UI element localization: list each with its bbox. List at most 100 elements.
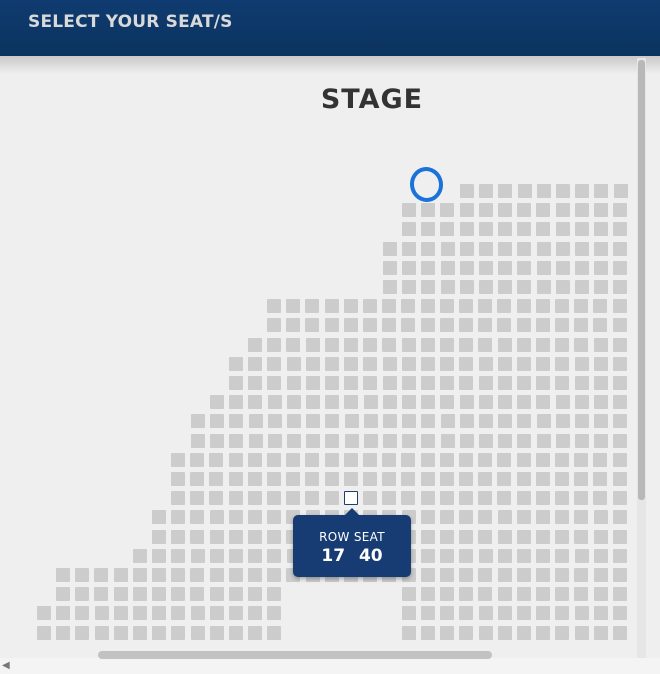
seat[interactable] (421, 587, 435, 601)
seat[interactable] (440, 568, 454, 582)
seat[interactable] (517, 510, 531, 524)
seat[interactable] (402, 242, 416, 256)
seat[interactable] (344, 376, 358, 390)
seat[interactable] (421, 299, 435, 313)
seat[interactable] (249, 434, 263, 448)
seat[interactable] (229, 491, 243, 505)
seat[interactable] (440, 606, 454, 620)
seat[interactable] (498, 203, 512, 217)
seat[interactable] (363, 472, 377, 486)
seat[interactable] (556, 395, 570, 409)
seat[interactable] (517, 242, 531, 256)
seat[interactable] (575, 261, 589, 275)
seat[interactable] (574, 530, 588, 544)
seat[interactable] (479, 242, 493, 256)
seat[interactable] (286, 299, 300, 313)
seat[interactable] (479, 203, 493, 217)
seat[interactable] (478, 318, 492, 332)
seat[interactable] (498, 549, 512, 563)
seat[interactable] (152, 530, 166, 544)
triangle-left-icon[interactable]: ◀ (2, 660, 10, 671)
seat[interactable] (363, 357, 377, 371)
seat[interactable] (459, 549, 473, 563)
seat[interactable] (460, 184, 474, 198)
seat[interactable] (498, 626, 512, 640)
seat[interactable] (267, 318, 281, 332)
seat[interactable] (190, 510, 204, 524)
seat[interactable] (306, 434, 320, 448)
seat[interactable] (267, 568, 281, 582)
seat[interactable] (555, 357, 569, 371)
seat[interactable] (460, 280, 474, 294)
seat[interactable] (286, 472, 300, 486)
seat[interactable] (498, 222, 512, 236)
seat[interactable] (536, 472, 550, 486)
seat[interactable] (345, 434, 359, 448)
seat[interactable] (191, 434, 205, 448)
seat[interactable] (555, 472, 569, 486)
seat[interactable] (575, 357, 589, 371)
seat[interactable] (152, 626, 166, 640)
seat[interactable] (440, 626, 454, 640)
seat[interactable] (133, 568, 147, 582)
seat[interactable] (421, 472, 435, 486)
seat[interactable] (440, 395, 454, 409)
seat[interactable] (478, 453, 492, 467)
seat[interactable] (210, 568, 224, 582)
seat[interactable] (593, 299, 607, 313)
seat[interactable] (613, 530, 627, 544)
seat[interactable] (95, 626, 109, 640)
seat[interactable] (325, 453, 339, 467)
seat[interactable] (460, 203, 474, 217)
seat[interactable] (229, 453, 243, 467)
seat[interactable] (248, 472, 262, 486)
seat[interactable] (248, 568, 262, 582)
seat[interactable] (613, 280, 627, 294)
seat[interactable] (382, 491, 396, 505)
seat[interactable] (382, 318, 396, 332)
seat[interactable] (517, 261, 531, 275)
seat[interactable] (344, 472, 358, 486)
seat[interactable] (613, 357, 627, 371)
seat[interactable] (191, 606, 205, 620)
seat[interactable] (459, 299, 473, 313)
seat[interactable] (479, 261, 493, 275)
seat[interactable] (383, 357, 397, 371)
seat[interactable] (325, 299, 339, 313)
seat[interactable] (613, 222, 627, 236)
seat[interactable] (498, 510, 512, 524)
seat[interactable] (574, 510, 588, 524)
seat[interactable] (171, 472, 185, 486)
seat[interactable] (268, 434, 282, 448)
seat[interactable] (555, 606, 569, 620)
seat[interactable] (478, 338, 492, 352)
seat[interactable] (421, 222, 435, 236)
seat[interactable] (459, 338, 473, 352)
seat[interactable] (421, 491, 435, 505)
seat[interactable] (460, 434, 474, 448)
seat[interactable] (191, 414, 205, 428)
seat[interactable] (306, 357, 320, 371)
seat[interactable] (459, 318, 473, 332)
seat[interactable] (344, 299, 358, 313)
seat[interactable] (286, 453, 300, 467)
seat[interactable] (594, 395, 608, 409)
seat[interactable] (593, 318, 607, 332)
seat[interactable] (152, 549, 166, 563)
seat[interactable] (440, 530, 454, 544)
seat[interactable] (363, 318, 377, 332)
seat[interactable] (498, 568, 512, 582)
seat[interactable] (517, 299, 531, 313)
seat[interactable] (286, 338, 300, 352)
seat[interactable] (56, 568, 70, 582)
seat[interactable] (190, 453, 204, 467)
seat[interactable] (575, 280, 589, 294)
seat[interactable] (267, 510, 281, 524)
seat[interactable] (459, 491, 473, 505)
seat[interactable] (306, 338, 320, 352)
seat[interactable] (56, 587, 70, 601)
seat[interactable] (555, 626, 569, 640)
seat[interactable] (383, 280, 397, 294)
seat[interactable] (517, 530, 531, 544)
seat[interactable] (555, 568, 569, 582)
